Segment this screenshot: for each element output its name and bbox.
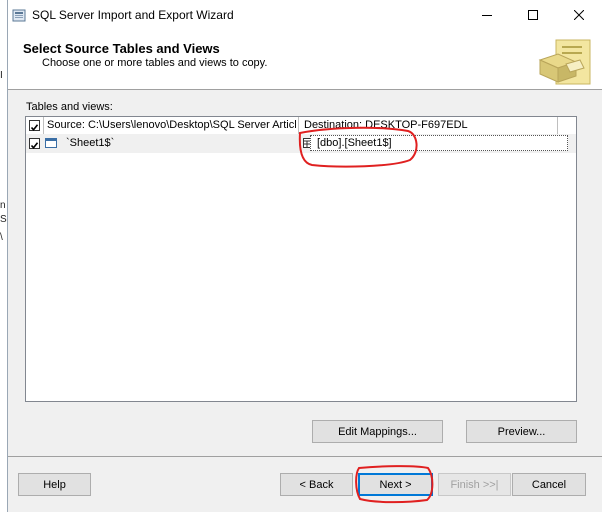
checkmark-icon (30, 142, 39, 150)
window-title: SQL Server Import and Export Wizard (32, 8, 234, 22)
wizard-app-icon (12, 9, 26, 22)
cancel-button[interactable]: Cancel (512, 473, 586, 496)
title-bar[interactable]: SQL Server Import and Export Wizard (8, 0, 602, 30)
source-cell[interactable]: `Sheet1$` (66, 135, 286, 152)
maximize-button[interactable] (510, 0, 556, 30)
page-title: Select Source Tables and Views (23, 41, 220, 56)
back-button[interactable]: < Back (280, 473, 353, 496)
tables-grid[interactable]: Source: C:\Users\lenovo\Desktop\SQL Serv… (25, 116, 577, 402)
minimize-button[interactable] (464, 0, 510, 30)
sheet-icon (45, 138, 57, 148)
edit-mappings-button[interactable]: Edit Mappings... (312, 420, 443, 443)
wizard-header: Select Source Tables and Views Choose on… (8, 30, 602, 90)
source-column-header[interactable]: Source: C:\Users\lenovo\Desktop\SQL Serv… (47, 117, 297, 134)
maximize-icon (528, 10, 538, 20)
close-button[interactable] (556, 0, 602, 30)
row-checkbox[interactable] (29, 138, 40, 150)
preview-button[interactable]: Preview... (466, 420, 577, 443)
background-window-edge: I n S \ (0, 0, 7, 512)
finish-button[interactable]: Finish >>| (438, 473, 511, 496)
close-icon (574, 10, 584, 20)
select-all-checkbox[interactable] (29, 120, 40, 132)
minimize-icon (482, 15, 492, 16)
next-button[interactable]: Next > (358, 473, 433, 496)
tables-and-views-label: Tables and views: (26, 101, 113, 113)
grid-header: Source: C:\Users\lenovo\Desktop\SQL Serv… (26, 117, 576, 135)
wizard-content: Tables and views: Source: C:\Users\lenov… (20, 98, 592, 458)
table-row[interactable]: `Sheet1$` [dbo].[Sheet1$] (26, 134, 576, 153)
destination-cell[interactable]: [dbo].[Sheet1$] (310, 135, 568, 151)
footer-divider (8, 456, 602, 457)
wizard-header-graphic-icon (538, 39, 591, 85)
destination-value: [dbo].[Sheet1$] (317, 137, 392, 149)
help-button[interactable]: Help (18, 473, 91, 496)
wizard-window: SQL Server Import and Export Wizard Sele… (7, 0, 602, 512)
destination-column-header[interactable]: Destination: DESKTOP-F697EDL (304, 117, 554, 134)
page-subtitle: Choose one or more tables and views to c… (42, 57, 268, 69)
checkmark-icon (30, 124, 39, 132)
